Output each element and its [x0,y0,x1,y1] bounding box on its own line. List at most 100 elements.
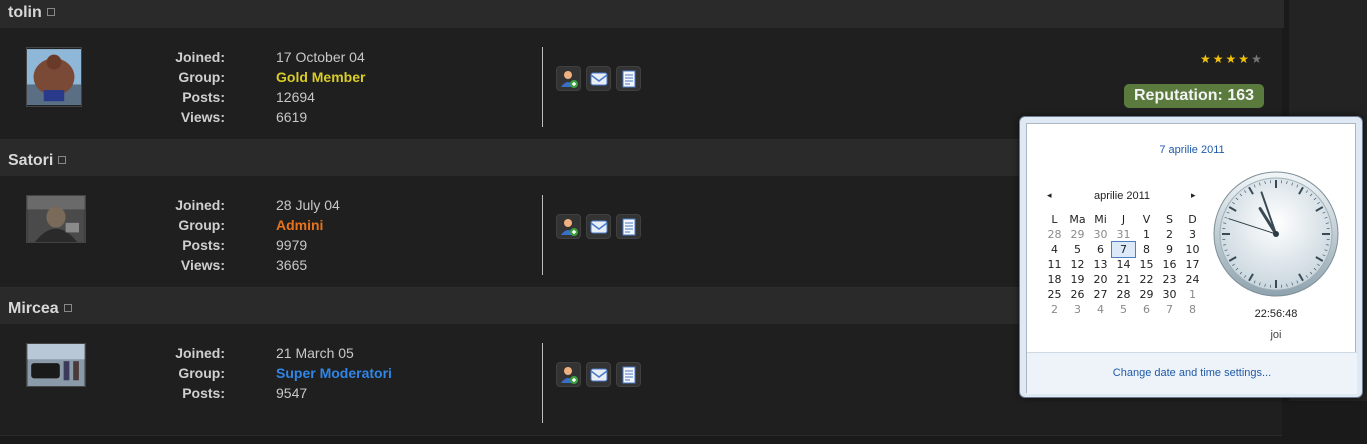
external-link-icon[interactable] [64,304,72,312]
calendar-day[interactable]: 7 [1112,242,1135,257]
posts-label: Posts: [150,237,225,254]
calendar-day[interactable]: 22 [1135,272,1158,287]
calendar-day[interactable]: 5 [1066,242,1089,257]
calendar-day[interactable]: 30 [1158,287,1181,302]
calendar-day[interactable]: 18 [1043,272,1066,287]
add-friend-button[interactable] [556,66,581,91]
avatar[interactable] [26,47,82,107]
calendar-day[interactable]: 6 [1135,302,1158,317]
calendar-day[interactable]: 5 [1112,302,1135,317]
calendar-day[interactable]: 27 [1089,287,1112,302]
external-link-icon[interactable] [58,156,66,164]
author-info: Joined:17 October 04 Group:Gold Member P… [150,49,365,129]
calendar-day[interactable]: 12 [1066,257,1089,272]
calendar-day[interactable]: 21 [1112,272,1135,287]
view-profile-button[interactable] [616,66,641,91]
calendar-day[interactable]: 19 [1066,272,1089,287]
group-value: Admini [276,217,323,234]
calendar-day[interactable]: 9 [1158,242,1181,257]
calendar-panel: 7 aprilie 2011 ◂ aprilie 2011 ▸ LMaMiJVS… [1026,123,1356,393]
weekday-header: D [1181,212,1204,227]
author-name[interactable]: Mircea [8,300,72,318]
calendar-day[interactable]: 2 [1043,302,1066,317]
send-message-button[interactable] [586,362,611,387]
calendar-day[interactable]: 25 [1043,287,1066,302]
avatar[interactable] [26,343,86,387]
document-icon [619,69,639,89]
star-icon: ★ [1200,52,1213,66]
calendar-day[interactable]: 13 [1089,257,1112,272]
calendar-day[interactable]: 2 [1158,227,1181,242]
view-profile-button[interactable] [616,362,641,387]
group-label: Group: [150,217,225,234]
calendar-day[interactable]: 31 [1112,227,1135,242]
calendar-day[interactable]: 26 [1066,287,1089,302]
external-link-icon[interactable] [47,8,55,16]
calendar-day[interactable]: 6 [1089,242,1112,257]
calendar-day[interactable]: 29 [1135,287,1158,302]
weekday-name: joi [1212,329,1340,341]
joined-value: 21 March 05 [276,345,354,362]
group-value: Super Moderatori [276,365,392,382]
author-actions [556,214,646,244]
calendar-week-row: 2526272829301 [1043,287,1204,302]
group-label: Group: [150,365,225,382]
author-actions [556,362,646,392]
add-friend-icon [559,217,579,237]
add-friend-button[interactable] [556,362,581,387]
calendar-day[interactable]: 4 [1043,242,1066,257]
calendar-day[interactable]: 1 [1135,227,1158,242]
rating-stars: ★★★★★ [1200,52,1264,66]
calendar-day[interactable]: 3 [1181,227,1204,242]
calendar-day[interactable]: 8 [1181,302,1204,317]
send-message-button[interactable] [586,214,611,239]
send-message-button[interactable] [586,66,611,91]
weekday-header: Ma [1066,212,1089,227]
month-title[interactable]: aprilie 2011 [1047,190,1197,202]
joined-label: Joined: [150,49,225,66]
calendar-day[interactable]: 1 [1181,287,1204,302]
calendar-day[interactable]: 4 [1089,302,1112,317]
add-friend-button[interactable] [556,214,581,239]
long-date-link[interactable]: 7 aprilie 2011 [1027,144,1357,156]
analog-clock [1212,170,1340,298]
calendar-day[interactable]: 28 [1043,227,1066,242]
star-icon: ★ [1213,52,1226,66]
next-month-icon[interactable]: ▸ [1191,190,1196,201]
star-empty-icon: ★ [1251,52,1264,66]
calendar-day[interactable]: 11 [1043,257,1066,272]
calendar-day[interactable]: 8 [1135,242,1158,257]
joined-label: Joined: [150,197,225,214]
views-label: Views: [150,257,225,274]
calendar-day[interactable]: 28 [1112,287,1135,302]
weekday-header: L [1043,212,1066,227]
author-name[interactable]: tolin [8,4,55,22]
views-value: 3665 [276,257,307,274]
reputation-badge: Reputation: 163 [1124,84,1264,108]
calendar-day[interactable]: 7 [1158,302,1181,317]
calendar-day[interactable]: 24 [1181,272,1204,287]
calendar-day[interactable]: 23 [1158,272,1181,287]
calendar-flyout: 7 aprilie 2011 ◂ aprilie 2011 ▸ LMaMiJVS… [1019,116,1363,398]
calendar-day[interactable]: 14 [1112,257,1135,272]
calendar-day[interactable]: 20 [1089,272,1112,287]
author-info: Joined:21 March 05 Group:Super Moderator… [150,345,392,405]
joined-value: 28 July 04 [276,197,340,214]
author-name[interactable]: Satori [8,152,66,170]
calendar-day[interactable]: 10 [1181,242,1204,257]
calendar-day[interactable]: 17 [1181,257,1204,272]
avatar[interactable] [26,195,86,243]
calendar-day[interactable]: 16 [1158,257,1181,272]
calendar-day[interactable]: 29 [1066,227,1089,242]
posts-value: 9979 [276,237,307,254]
month-navigation: ◂ aprilie 2011 ▸ [1047,190,1197,204]
posts-value: 9547 [276,385,307,402]
change-datetime-settings-link[interactable]: Change date and time settings... [1027,367,1357,379]
envelope-icon [589,69,609,89]
view-profile-button[interactable] [616,214,641,239]
calendar-day[interactable]: 30 [1089,227,1112,242]
document-icon [619,217,639,237]
calendar-day[interactable]: 3 [1066,302,1089,317]
divider [542,343,543,423]
calendar-day[interactable]: 15 [1135,257,1158,272]
